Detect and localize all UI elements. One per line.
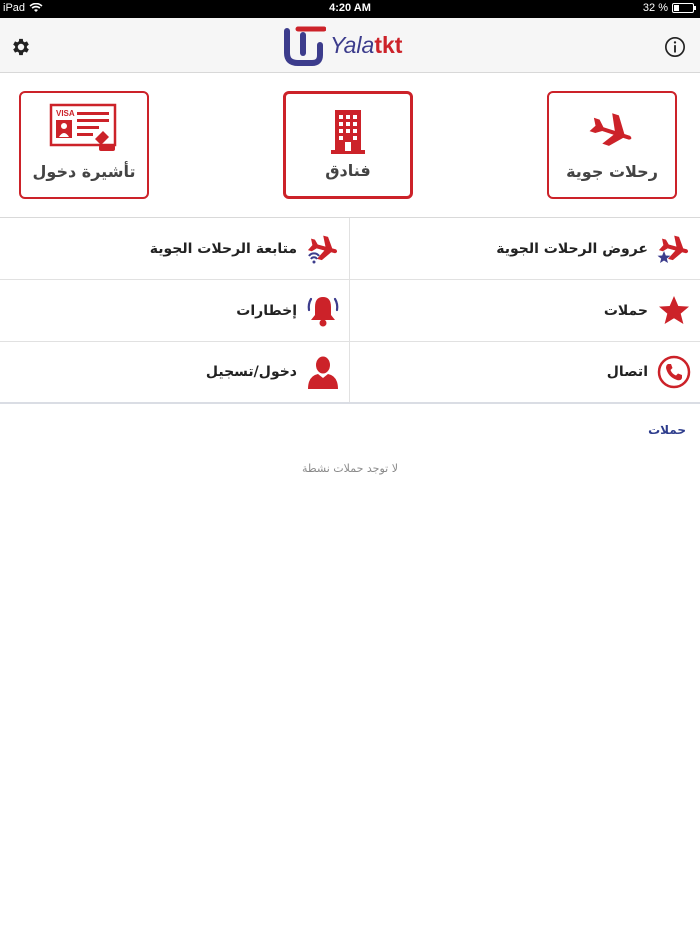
menu-item-label: إخطارات <box>236 302 297 319</box>
tile-flights[interactable]: رحلات جوية <box>547 91 677 199</box>
flight-tracking-icon <box>307 235 338 263</box>
main-categories: VISA تأشيرة دخول فنادق رحلات جوية <box>0 73 700 218</box>
menu-item-flight-tracking[interactable]: متابعة الرحلات الجوية <box>0 218 350 279</box>
app-header: Yalatkt <box>0 18 700 73</box>
logo-mark-icon <box>284 26 326 66</box>
airplane-icon <box>589 113 632 146</box>
tile-visa[interactable]: VISA تأشيرة دخول <box>19 91 149 199</box>
tile-flights-label: رحلات جوية <box>566 162 658 181</box>
logo-word-yala: Yala <box>330 31 375 58</box>
menu-item-alerts[interactable]: إخطارات <box>0 280 350 341</box>
status-right: 32 % <box>642 2 696 14</box>
logo-word-tkt: tkt <box>374 31 403 58</box>
status-bar: iPad 4:20 AM 32 % <box>0 0 700 18</box>
gear-icon[interactable] <box>10 36 32 58</box>
phone-icon <box>657 355 691 389</box>
campaigns-empty-message: لا توجد حملات نشطة <box>302 462 398 475</box>
menu-item-label: اتصال <box>606 364 648 380</box>
visa-icon: VISA <box>49 103 117 151</box>
menu-item-label: عروض الرحلات الجوية <box>496 240 648 257</box>
menu-item-label: متابعة الرحلات الجوية <box>149 240 297 257</box>
tile-hotels-label: فنادق <box>325 161 371 180</box>
flight-offers-icon <box>657 235 689 263</box>
menu-row: دخول/تسجيل اتصال <box>0 342 700 404</box>
user-icon <box>308 356 338 389</box>
star-icon <box>659 295 689 324</box>
bell-icon <box>307 296 339 326</box>
svg-text:VISA: VISA <box>56 109 75 118</box>
info-icon[interactable] <box>664 36 686 58</box>
menu-item-flight-offers[interactable]: عروض الرحلات الجوية <box>350 218 700 279</box>
menu-item-label: دخول/تسجيل <box>205 364 297 380</box>
battery-percent: 32 % <box>642 2 668 14</box>
menu-item-login[interactable]: دخول/تسجيل <box>0 342 350 402</box>
logo-wordmark: Yalatkt <box>330 32 402 59</box>
menu-grid: متابعة الرحلات الجوية عروض الرحلات الجوي… <box>0 218 700 404</box>
battery-icon <box>672 3 696 13</box>
building-icon <box>331 110 365 154</box>
menu-item-campaigns[interactable]: حملات <box>350 280 700 341</box>
campaigns-section-title: حملات <box>648 423 686 437</box>
menu-item-contact[interactable]: اتصال <box>350 342 700 402</box>
status-time: 4:20 AM <box>329 2 371 14</box>
tile-hotels[interactable]: فنادق <box>283 91 413 199</box>
tile-visa-label: تأشيرة دخول <box>32 162 136 181</box>
menu-row: متابعة الرحلات الجوية عروض الرحلات الجوي… <box>0 218 700 280</box>
app-logo: Yalatkt <box>284 21 402 69</box>
menu-row: إخطارات حملات <box>0 280 700 342</box>
menu-item-label: حملات <box>603 302 648 319</box>
